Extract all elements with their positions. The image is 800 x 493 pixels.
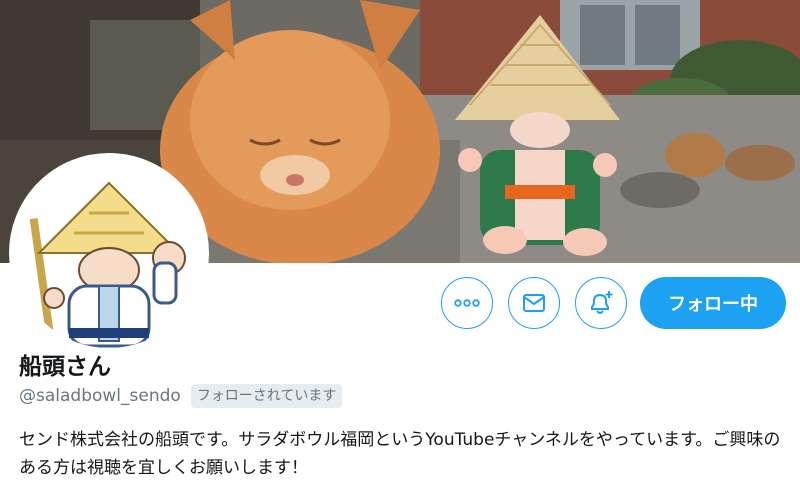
bell-plus-icon xyxy=(591,291,613,314)
handle-row: @saladbowl_sendo フォローされています xyxy=(19,384,343,408)
avatar[interactable] xyxy=(9,153,209,353)
envelope-icon xyxy=(523,294,545,312)
profile-bio: センド株式会社の船頭です。サラダボウル福岡というYouTubeチャンネルをやって… xyxy=(19,430,781,478)
user-handle: @saladbowl_sendo xyxy=(19,386,181,406)
more-dots-icon xyxy=(454,299,480,307)
display-name: 船頭さん xyxy=(19,354,111,380)
following-button[interactable]: フォロー中 xyxy=(640,277,786,329)
follows-you-badge: フォローされています xyxy=(190,384,343,408)
more-options-button[interactable] xyxy=(441,277,493,329)
message-button[interactable] xyxy=(508,277,560,329)
notifications-button[interactable] xyxy=(575,277,627,329)
